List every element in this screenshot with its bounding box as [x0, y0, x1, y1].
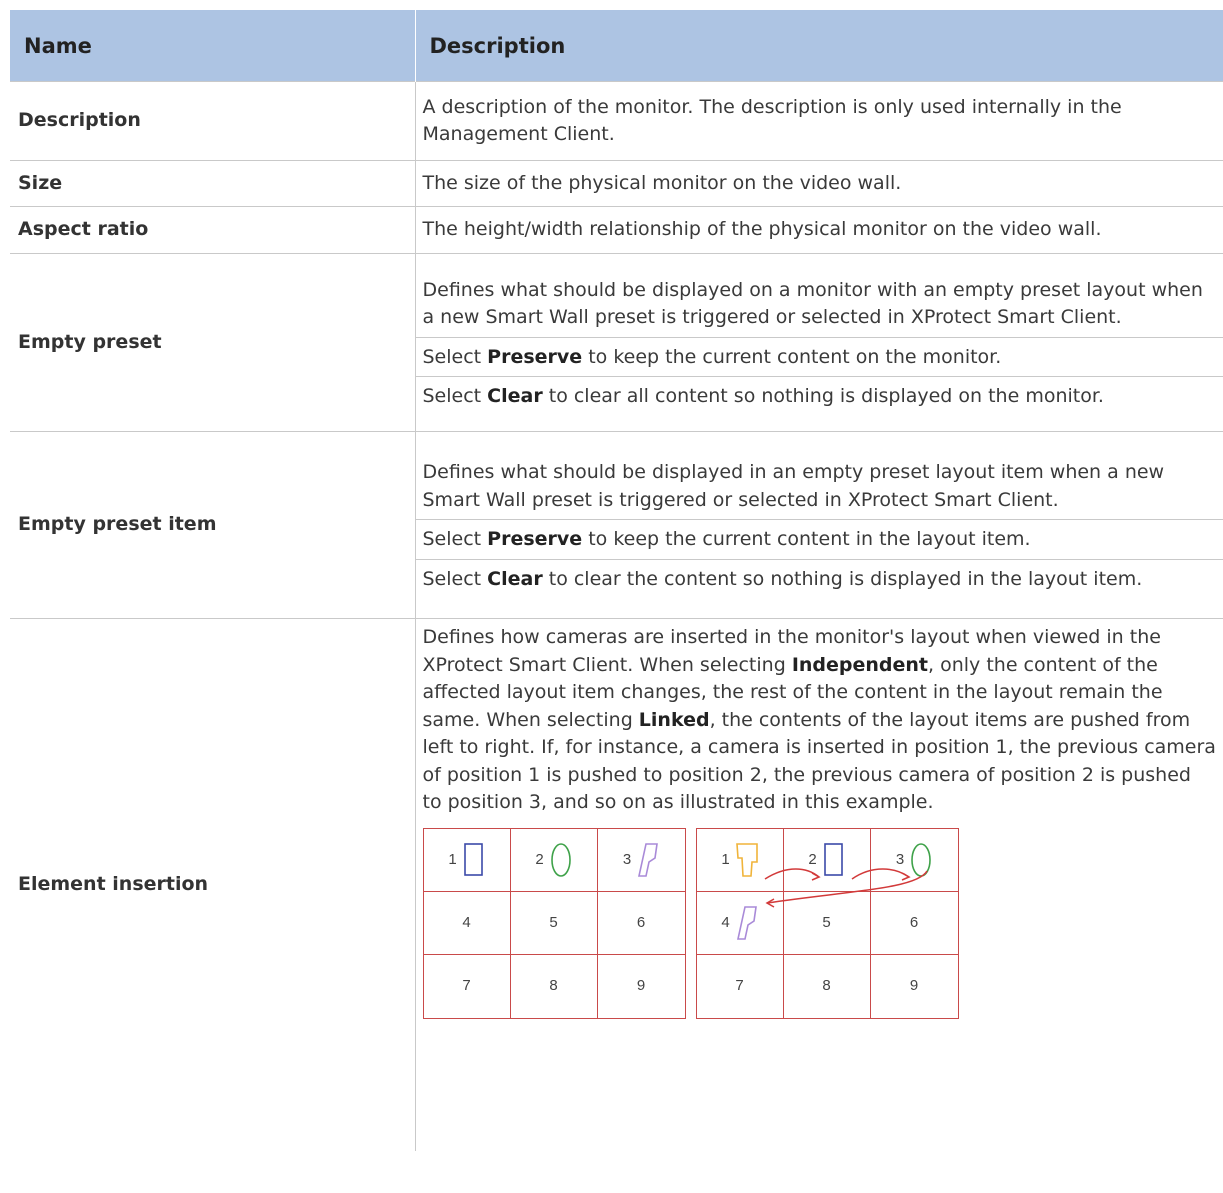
- table-header-row: Name Description: [10, 10, 1223, 82]
- layout-cell: 7: [424, 954, 511, 1018]
- layout-cell: 9: [871, 955, 958, 1018]
- parallelogram-camera-icon: [736, 905, 757, 940]
- table-row: Empty preset item Defines what should be…: [10, 431, 1223, 619]
- row-name: Aspect ratio: [10, 206, 415, 254]
- layout-cell: 1: [696, 828, 784, 892]
- rectangle-camera-icon: [823, 842, 843, 876]
- independent-layout-grid: 1 2 3 4 5 6 7 8 9: [422, 827, 686, 1019]
- paragraph: Select Clear to clear the content so not…: [415, 558, 1223, 599]
- row-description: Defines how cameras are inserted in the …: [414, 618, 1223, 1151]
- position-number: 4: [721, 913, 730, 931]
- layout-cell: 4: [423, 891, 511, 955]
- position-number: 4: [462, 913, 471, 931]
- text: Select: [422, 528, 488, 550]
- header-description: Description: [414, 10, 1223, 82]
- row-description: The size of the physical monitor on the …: [414, 160, 1223, 207]
- text: to keep the current content on the monit…: [582, 345, 1002, 368]
- position-number: 5: [549, 913, 558, 931]
- position-number: 2: [808, 850, 817, 868]
- layout-cell: 1: [423, 828, 511, 892]
- position-number: 8: [549, 977, 558, 995]
- layout-cell: 2: [510, 828, 598, 892]
- table-row: Empty preset Defines what should be disp…: [10, 253, 1223, 432]
- rectangle-camera-icon: [463, 842, 483, 876]
- paragraph: Select Preserve to keep the current cont…: [415, 336, 1223, 377]
- text: to keep the current content in the layou…: [582, 528, 1031, 550]
- paragraph: Defines what should be displayed on a mo…: [422, 278, 1203, 329]
- table-row: Size The size of the physical monitor on…: [10, 160, 1223, 207]
- position-number: 9: [909, 977, 919, 995]
- layout-cell: 8: [511, 954, 598, 1018]
- linked-layout-grid: 1 2 3 4 5 6 7 8 9: [695, 827, 959, 1019]
- parallelogram-camera-icon: [638, 842, 659, 877]
- row-name: Description: [10, 81, 415, 161]
- paragraph: Select Preserve to keep the current cont…: [415, 519, 1223, 559]
- text: to clear all content so nothing is displ…: [542, 385, 1104, 407]
- row-name: Size: [10, 160, 415, 207]
- position-number: 3: [622, 850, 632, 868]
- text: Select: [422, 385, 488, 407]
- oval-camera-icon: [911, 842, 931, 877]
- layout-cell: 7: [697, 954, 784, 1018]
- header-name: Name: [10, 10, 415, 82]
- row-name: Empty preset item: [10, 431, 415, 619]
- position-number: 3: [895, 850, 905, 868]
- bold-term: Independent: [791, 653, 929, 676]
- trapezoid-camera-icon: [735, 842, 758, 877]
- position-number: 1: [448, 850, 457, 868]
- text: Select: [422, 567, 488, 590]
- row-name: Element insertion: [10, 618, 415, 1151]
- properties-table: Name Description Description A descripti…: [10, 10, 1223, 1151]
- bold-term: Preserve: [487, 345, 583, 368]
- paragraph: Defines what should be displayed in an e…: [422, 461, 1165, 511]
- paragraph: Defines how cameras are inserted in the …: [423, 624, 1217, 817]
- row-description: A description of the monitor. The descri…: [414, 81, 1223, 161]
- bold-term: Clear: [487, 567, 543, 590]
- layout-cell: 2: [783, 828, 871, 892]
- table-row: Aspect ratio The height/width relationsh…: [10, 206, 1223, 254]
- row-name: Empty preset: [10, 253, 415, 432]
- position-number: 1: [721, 850, 730, 868]
- layout-cell: 6: [870, 892, 958, 955]
- layout-cell: 3: [870, 829, 958, 892]
- position-number: 8: [822, 977, 831, 995]
- table-row: Element insertion Defines how cameras ar…: [10, 618, 1223, 1151]
- bold-term: Linked: [638, 708, 710, 731]
- position-number: 5: [822, 913, 831, 931]
- layout-cell: 4: [696, 891, 784, 955]
- position-number: 6: [636, 913, 646, 931]
- bold-term: Preserve: [487, 528, 583, 550]
- layout-cell: 3: [597, 829, 685, 892]
- oval-camera-icon: [550, 842, 571, 877]
- row-description: The height/width relationship of the phy…: [414, 206, 1223, 254]
- table-row: Description A description of the monitor…: [10, 81, 1223, 161]
- position-number: 2: [535, 850, 544, 868]
- layout-cell: 5: [783, 891, 871, 955]
- layout-cell: 9: [598, 955, 685, 1018]
- position-number: 9: [636, 977, 646, 995]
- text: to clear the content so nothing is displ…: [542, 567, 1143, 590]
- layout-cell: 5: [510, 891, 598, 955]
- layout-cell: 8: [784, 954, 871, 1018]
- bold-term: Clear: [487, 385, 543, 407]
- insertion-illustration: 1 2 3 4 5 6 7 8 9 1 2 3 4 5 6 7 8 9: [422, 827, 1217, 1019]
- position-number: 7: [462, 977, 471, 995]
- position-number: 6: [909, 913, 919, 931]
- text: Select: [422, 345, 488, 368]
- row-description: Defines what should be displayed in an e…: [414, 431, 1223, 619]
- row-description: Defines what should be displayed on a mo…: [414, 253, 1223, 432]
- paragraph: Select Clear to clear all content so not…: [415, 376, 1223, 416]
- position-number: 7: [735, 977, 744, 995]
- layout-cell: 6: [597, 892, 685, 955]
